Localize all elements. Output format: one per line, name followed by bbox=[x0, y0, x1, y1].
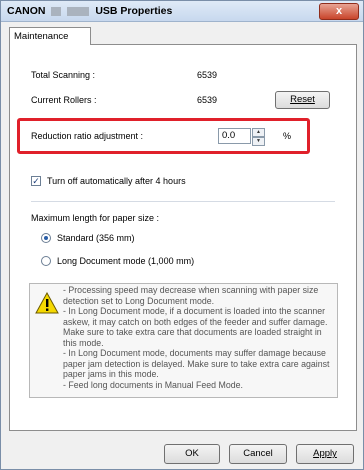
group-divider bbox=[31, 201, 335, 202]
paper-size-heading: Maximum length for paper size : bbox=[31, 213, 160, 223]
spin-down-icon[interactable]: ▼ bbox=[252, 137, 265, 146]
title-prefix: CANON bbox=[7, 5, 46, 17]
warning-text: - Processing speed may decrease when sca… bbox=[63, 285, 330, 390]
cancel-button[interactable]: Cancel bbox=[229, 444, 287, 464]
spin-up-icon[interactable]: ▲ bbox=[252, 128, 265, 137]
option-long-document-label[interactable]: Long Document mode (1,000 mm) bbox=[57, 256, 194, 266]
auto-off-label[interactable]: Turn off automatically after 4 hours bbox=[47, 176, 186, 186]
current-rollers-value: 6539 bbox=[197, 95, 218, 105]
percent-unit: % bbox=[283, 131, 292, 141]
properties-dialog: CANON USB Properties x Maintenance Total… bbox=[0, 0, 364, 470]
radio-standard[interactable] bbox=[41, 233, 51, 243]
close-button[interactable]: x bbox=[319, 3, 359, 20]
title-suffix: USB Properties bbox=[95, 5, 173, 17]
redacted-model-box bbox=[51, 6, 62, 16]
reduction-ratio-label: Reduction ratio adjustment : bbox=[31, 131, 144, 141]
close-icon: x bbox=[335, 5, 343, 17]
tab-maintenance[interactable]: Maintenance bbox=[9, 27, 91, 45]
ok-button[interactable]: OK bbox=[164, 444, 220, 464]
reduction-ratio-spinner[interactable]: ▲ ▼ bbox=[252, 128, 265, 146]
title-bar: CANON USB Properties x bbox=[1, 1, 363, 22]
radio-selected-dot bbox=[44, 236, 48, 240]
total-scanning-value: 6539 bbox=[197, 70, 218, 80]
window-title: CANON USB Properties bbox=[7, 5, 172, 17]
warning-icon bbox=[35, 292, 59, 314]
redacted-model-box-2 bbox=[67, 6, 90, 16]
auto-off-checkbox[interactable]: ✓ bbox=[31, 176, 41, 186]
radio-long-document[interactable] bbox=[41, 256, 51, 266]
reduction-ratio-input[interactable]: 0.0 bbox=[218, 128, 251, 144]
reset-button[interactable]: Reset bbox=[275, 91, 330, 109]
checkmark-icon: ✓ bbox=[32, 176, 40, 186]
current-rollers-label: Current Rollers : bbox=[31, 95, 97, 105]
apply-button[interactable]: Apply bbox=[296, 444, 354, 464]
option-standard-label[interactable]: Standard (356 mm) bbox=[57, 233, 135, 243]
total-scanning-label: Total Scanning : bbox=[31, 70, 96, 80]
